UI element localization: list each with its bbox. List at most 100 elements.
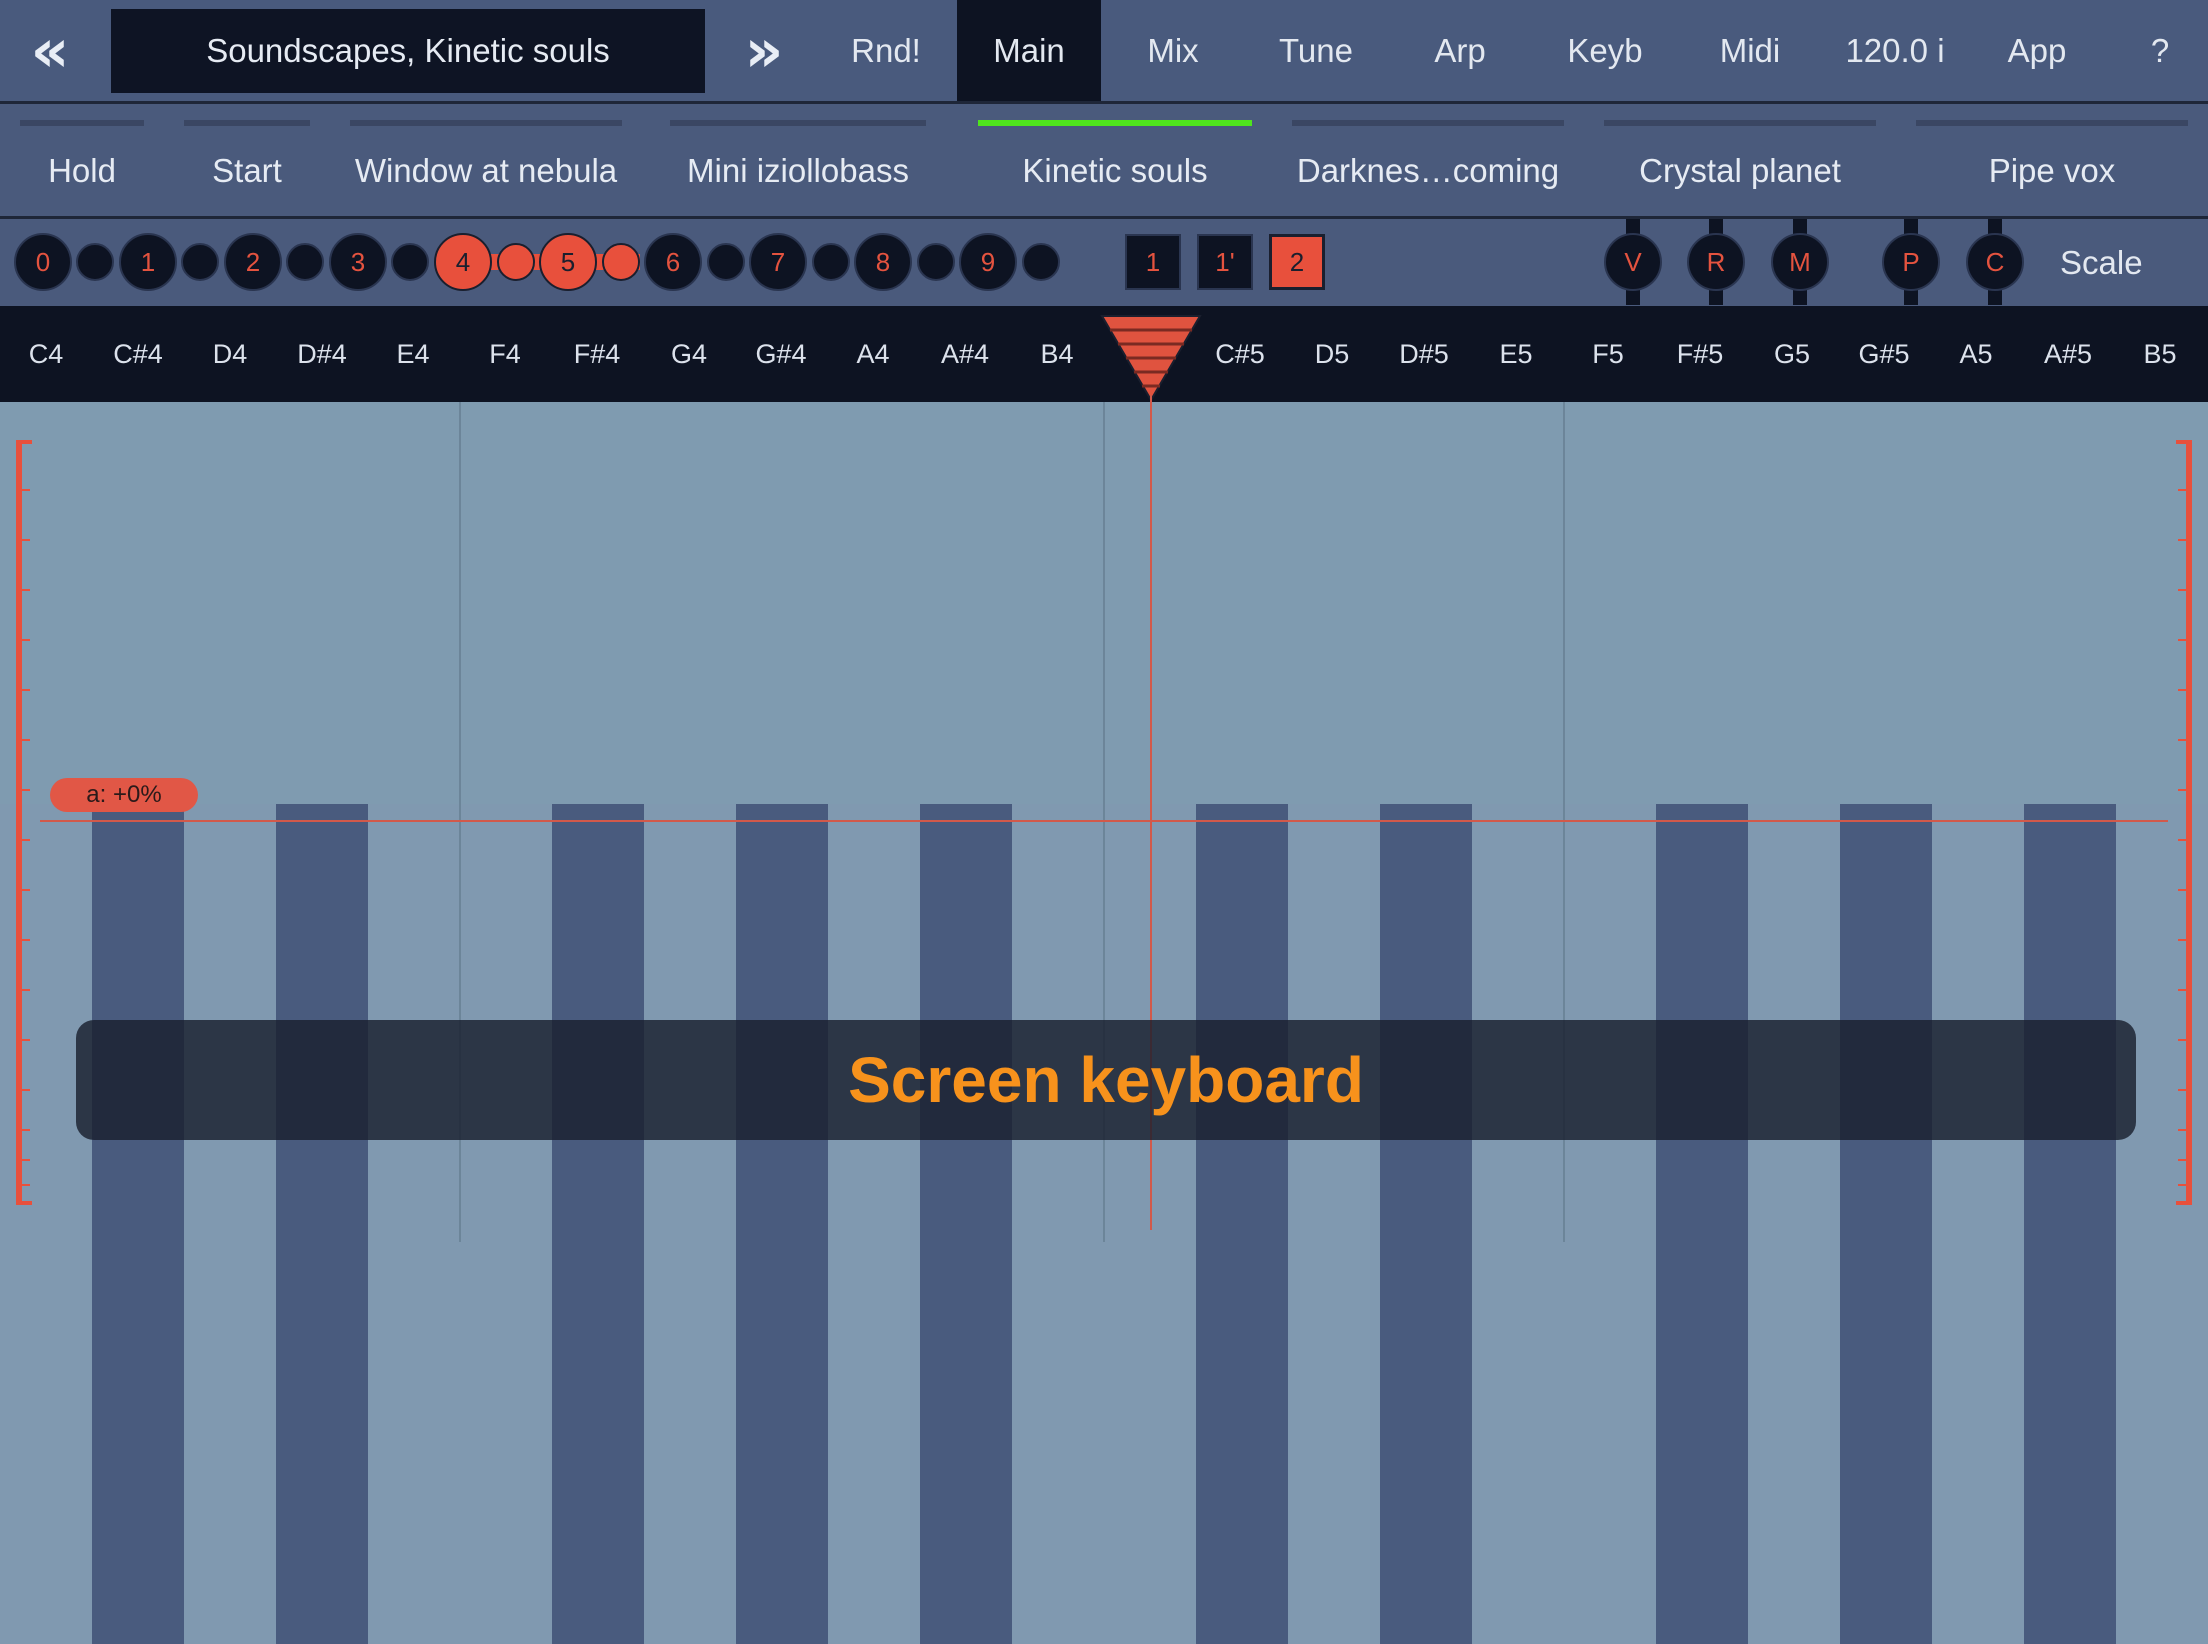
aftertouch-line [40, 820, 2168, 822]
note-label: G5 [1773, 338, 1811, 369]
toggle-m-button[interactable]: M [1771, 233, 1829, 291]
key-g5[interactable] [1748, 804, 1840, 1644]
key-b5[interactable] [2116, 804, 2208, 1644]
note-label: F#5 [1676, 338, 1724, 369]
octave-step-dot[interactable] [391, 243, 429, 281]
tab-mix[interactable]: Mix [1120, 0, 1226, 101]
key-e4[interactable] [368, 804, 460, 1644]
key-d-sharp-5[interactable] [1380, 804, 1472, 1644]
octave-3-button[interactable]: 3 [329, 233, 387, 291]
preset-label: Mini iziollobass [687, 152, 909, 189]
preset-label: Crystal planet [1639, 152, 1841, 189]
note-label: D#5 [1399, 338, 1449, 369]
right-ruler-icon [2176, 440, 2192, 1205]
note-label: F#4 [573, 338, 621, 369]
preset-darkness-coming[interactable]: Darknes…coming [1292, 104, 1564, 216]
mode-2-button[interactable]: 2 [1269, 234, 1325, 290]
preset-mini-iziollobass[interactable]: Mini iziollobass [670, 104, 926, 216]
key-f-sharp-5[interactable] [1656, 804, 1748, 1644]
preset-label: Start [212, 152, 282, 189]
key-a-sharp-5[interactable] [2024, 804, 2116, 1644]
tab-keyb[interactable]: Keyb [1550, 0, 1660, 101]
note-label: F5 [1592, 338, 1624, 369]
key-d-sharp-4[interactable] [276, 804, 368, 1644]
tab-arp[interactable]: Arp [1410, 0, 1510, 101]
note-label: E4 [396, 338, 430, 369]
octave-8-button[interactable]: 8 [854, 233, 912, 291]
key-d5[interactable] [1288, 804, 1380, 1644]
mode-1-prime-button[interactable]: 1' [1197, 234, 1253, 290]
toggle-p-button[interactable]: P [1882, 233, 1940, 291]
key-a4[interactable] [828, 804, 920, 1644]
key-g-sharp-5[interactable] [1840, 804, 1932, 1644]
toggle-c-button[interactable]: C [1966, 233, 2024, 291]
mode-1-button[interactable]: 1 [1125, 234, 1181, 290]
key-f5[interactable] [1564, 804, 1656, 1644]
octave-step-dot[interactable] [812, 243, 850, 281]
octave-4-button[interactable]: 4 [434, 233, 492, 291]
next-preset-button[interactable]: » [724, 0, 804, 101]
note-label: G#4 [755, 338, 807, 369]
key-f-sharp-4[interactable] [552, 804, 644, 1644]
key-g-sharp-4[interactable] [736, 804, 828, 1644]
preset-label: Hold [48, 152, 116, 189]
screen-keyboard-caption: Screen keyboard [76, 1020, 2136, 1140]
preset-hold[interactable]: Hold [20, 104, 144, 216]
key-a-sharp-4[interactable] [920, 804, 1012, 1644]
octave-5-button[interactable]: 5 [539, 233, 597, 291]
tab-tune[interactable]: Tune [1260, 0, 1372, 101]
key-c-sharp-5[interactable] [1196, 804, 1288, 1644]
octave-step-dot[interactable] [181, 243, 219, 281]
preset-crystal-planet[interactable]: Crystal planet [1604, 104, 1876, 216]
key-d4[interactable] [184, 804, 276, 1644]
previous-preset-button[interactable]: « [10, 0, 90, 101]
note-label: G#5 [1858, 338, 1910, 369]
preset-kinetic-souls[interactable]: Kinetic souls [978, 104, 1252, 216]
octave-step-dot[interactable] [707, 243, 745, 281]
octave-9-button[interactable]: 9 [959, 233, 1017, 291]
preset-label: Darknes…coming [1296, 152, 1560, 189]
octave-step-dot[interactable] [497, 243, 535, 281]
octave-6-button[interactable]: 6 [644, 233, 702, 291]
key-g4[interactable] [644, 804, 736, 1644]
octave-step-dot[interactable] [76, 243, 114, 281]
octave-7-button[interactable]: 7 [749, 233, 807, 291]
key-a5[interactable] [1932, 804, 2024, 1644]
playhead-marker-icon[interactable] [1100, 314, 1202, 404]
note-label: E5 [1499, 338, 1533, 369]
note-label: G4 [670, 338, 708, 369]
octave-step-dot[interactable] [917, 243, 955, 281]
note-label: F4 [489, 338, 521, 369]
scale-button[interactable]: Scale [2060, 219, 2143, 306]
key-e5[interactable] [1472, 804, 1564, 1644]
tab-random[interactable]: Rnd! [836, 0, 936, 101]
preset-start[interactable]: Start [184, 104, 310, 216]
note-label: A4 [856, 338, 890, 369]
preset-window-at-nebula[interactable]: Window at nebula [350, 104, 622, 216]
key-b4[interactable] [1012, 804, 1104, 1644]
octave-step-dot[interactable] [1022, 243, 1060, 281]
octave-step-dot[interactable] [602, 243, 640, 281]
note-label: C4 [28, 338, 64, 369]
note-label: D5 [1314, 338, 1350, 369]
tempo-display[interactable]: 120.0 i [1830, 0, 1960, 101]
key-f4[interactable] [460, 804, 552, 1644]
note-label: D#4 [297, 338, 347, 369]
octave-0-button[interactable]: 0 [14, 233, 72, 291]
toggle-v-button[interactable]: V [1604, 233, 1662, 291]
preset-pipe-vox[interactable]: Pipe vox [1916, 104, 2188, 216]
help-button[interactable]: ? [2120, 0, 2200, 101]
left-ruler-icon [16, 440, 32, 1205]
note-label: B4 [1040, 338, 1074, 369]
octave-2-button[interactable]: 2 [224, 233, 282, 291]
octave-step-dot[interactable] [286, 243, 324, 281]
note-label: D4 [212, 338, 248, 369]
note-label: B5 [2143, 338, 2177, 369]
tab-midi[interactable]: Midi [1700, 0, 1800, 101]
preset-name-display[interactable]: Soundscapes, Kinetic souls [111, 9, 705, 93]
tab-app[interactable]: App [1990, 0, 2084, 101]
key-c-sharp-4[interactable] [92, 804, 184, 1644]
toggle-r-button[interactable]: R [1687, 233, 1745, 291]
tab-main[interactable]: Main [957, 0, 1101, 101]
octave-1-button[interactable]: 1 [119, 233, 177, 291]
